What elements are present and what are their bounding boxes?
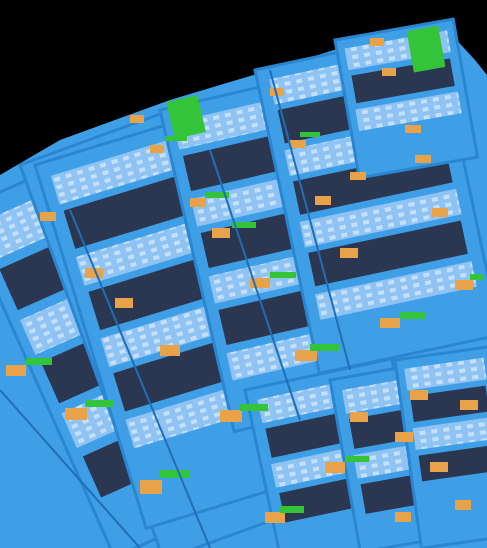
green-base — [270, 272, 296, 278]
green-base — [400, 312, 426, 319]
pad — [115, 298, 133, 308]
pad — [370, 38, 384, 46]
pad — [460, 400, 478, 410]
pad — [382, 68, 396, 76]
green-base — [280, 506, 304, 513]
pad — [6, 365, 26, 376]
pad — [212, 228, 230, 238]
green-base — [165, 136, 187, 141]
green-base — [26, 358, 52, 365]
pad — [220, 410, 242, 422]
pad — [350, 172, 366, 180]
pad — [415, 155, 431, 163]
pad — [395, 512, 411, 522]
pad — [405, 125, 421, 133]
panel-6 — [333, 17, 480, 180]
pad — [432, 208, 448, 217]
green-base — [470, 274, 484, 280]
pad — [150, 145, 164, 153]
pad — [455, 280, 473, 290]
pad — [130, 115, 144, 123]
pad — [430, 462, 448, 472]
detector-module-scene — [0, 0, 487, 548]
pad — [40, 212, 56, 221]
pad — [160, 345, 180, 356]
green-base — [345, 456, 369, 462]
pad — [395, 432, 413, 442]
pad — [340, 248, 358, 258]
pad — [380, 318, 400, 328]
pad — [265, 512, 285, 523]
green-base — [85, 400, 113, 407]
pad — [65, 408, 87, 420]
pad — [350, 412, 368, 422]
pad — [410, 390, 428, 400]
pad — [315, 196, 331, 205]
pad — [140, 480, 162, 494]
green-base — [310, 344, 340, 351]
green-base — [160, 470, 190, 478]
pad — [325, 462, 345, 473]
pad — [290, 140, 306, 148]
green-base — [300, 132, 320, 137]
green-base — [240, 404, 268, 411]
pad — [190, 198, 206, 207]
pad — [295, 350, 317, 361]
pad — [455, 500, 471, 510]
